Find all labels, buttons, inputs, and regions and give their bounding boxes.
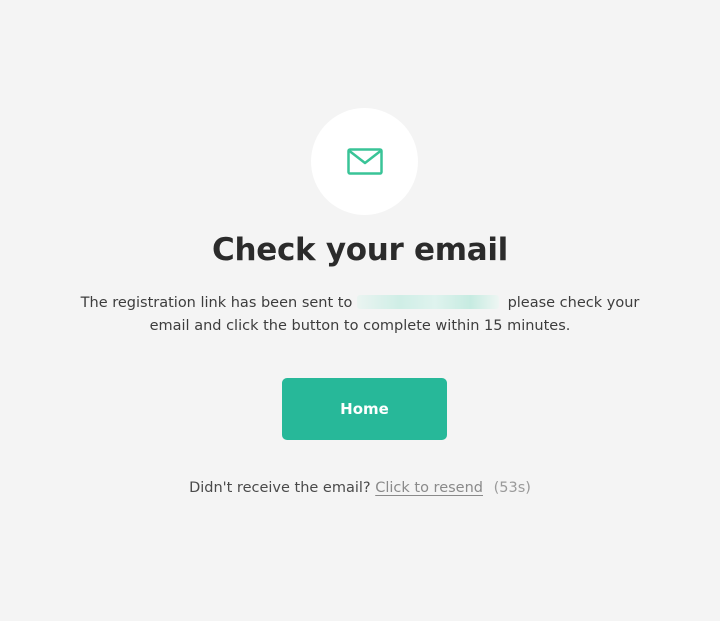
confirmation-message: The registration link has been sent to p… <box>70 292 650 338</box>
email-icon-circle <box>311 108 418 215</box>
resend-link[interactable]: Click to resend <box>375 480 483 496</box>
resend-countdown: (53s) <box>493 480 531 496</box>
resend-row: Didn't receive the email? Click to resen… <box>0 480 720 496</box>
home-button[interactable]: Home <box>282 378 447 440</box>
email-confirmation-page: Check your email The registration link h… <box>0 0 720 621</box>
redacted-email-address <box>356 295 499 309</box>
resend-prompt: Didn't receive the email? <box>189 480 371 496</box>
envelope-icon <box>346 148 383 175</box>
message-text-before: The registration link has been sent to <box>80 295 353 311</box>
page-title: Check your email <box>212 232 508 268</box>
